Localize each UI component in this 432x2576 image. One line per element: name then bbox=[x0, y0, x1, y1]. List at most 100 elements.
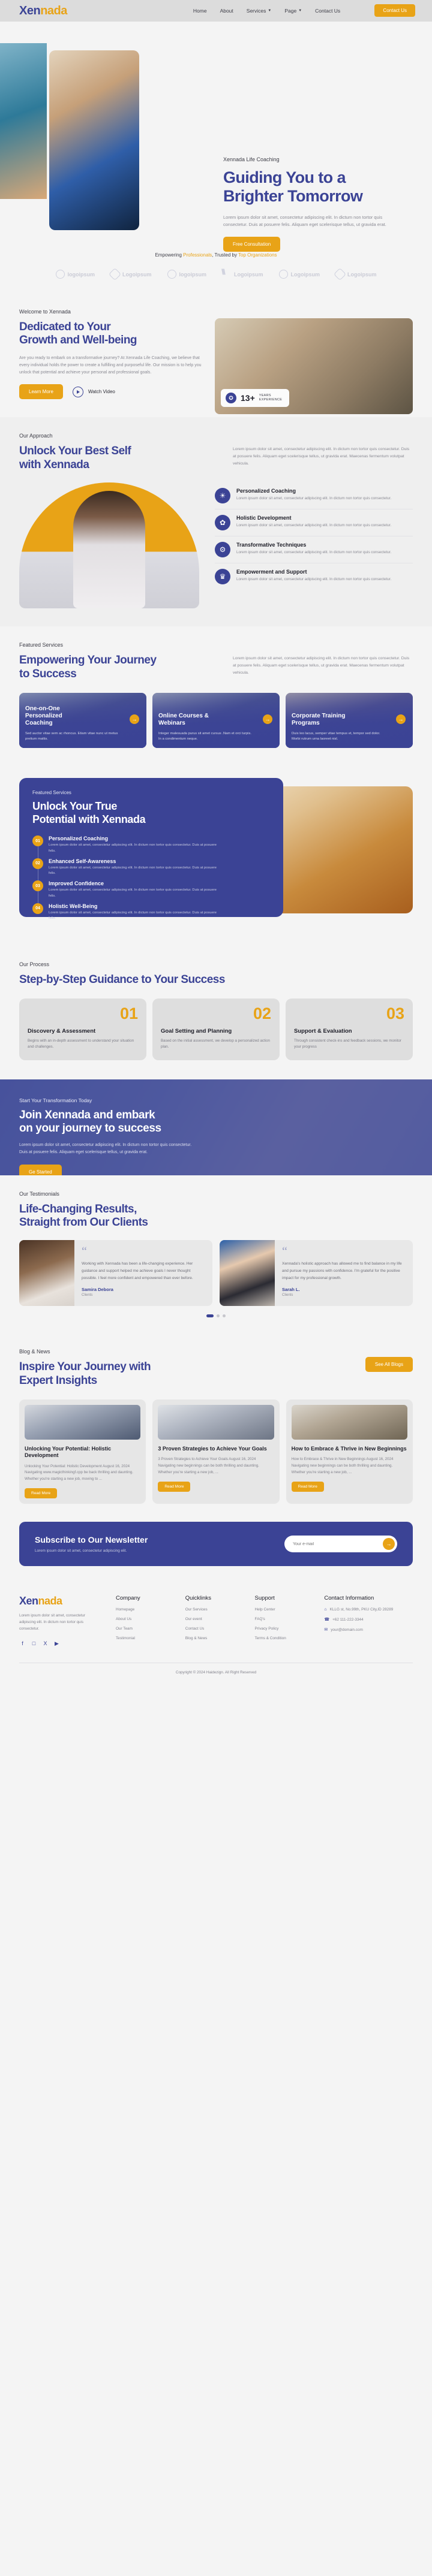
welcome-section: Welcome to Xennada Dedicated to Your Gro… bbox=[0, 294, 432, 418]
footer-link[interactable]: FAQ's bbox=[255, 1617, 311, 1621]
potential-step: 02 Enhanced Self-Awareness Lorem ipsum d… bbox=[32, 858, 270, 877]
services-title: Empowering Your Journey to Success bbox=[19, 654, 211, 681]
nav-label: Contact Us bbox=[315, 8, 341, 14]
carousel-dot[interactable] bbox=[217, 1314, 220, 1318]
free-consultation-button[interactable]: Free Consultation bbox=[223, 237, 281, 252]
welcome-image: ✪ 13+ YEARS EXPERIENCE bbox=[215, 318, 413, 414]
partners-highlight-b: Top Organizations bbox=[238, 252, 277, 258]
learn-more-button[interactable]: Learn More bbox=[19, 384, 63, 400]
feature-item[interactable]: ⚙ Transformative Techniques Lorem ipsum … bbox=[215, 536, 413, 564]
testimonial-avatar bbox=[220, 1240, 275, 1307]
footer-link[interactable]: Help Center bbox=[255, 1607, 311, 1612]
footer-link[interactable]: Blog & News bbox=[185, 1636, 242, 1640]
experience-label: YEARS EXPERIENCE bbox=[259, 394, 282, 402]
footer-link[interactable]: Our Services bbox=[185, 1607, 242, 1612]
feature-item[interactable]: ✿ Holistic Development Lorem ipsum dolor… bbox=[215, 509, 413, 537]
watch-video-button[interactable]: Watch Video bbox=[72, 386, 115, 397]
potential-section: Featured Services Unlock Your True Poten… bbox=[0, 766, 432, 946]
testimonial-role: Clients bbox=[282, 1293, 293, 1298]
footer-link[interactable]: About Us bbox=[116, 1617, 172, 1621]
footer-link[interactable]: Homepage bbox=[116, 1607, 172, 1612]
cta-title-line-1: Join Xennada and embark bbox=[19, 1108, 155, 1121]
site-logo[interactable]: Xennada bbox=[19, 4, 67, 18]
partner-logos: logoipsum Logoipsum logoipsum Logoipsum … bbox=[0, 267, 432, 281]
nav-label: Services bbox=[246, 8, 266, 14]
service-card[interactable]: → One-on-One Personalized Coaching Sed a… bbox=[19, 693, 146, 749]
welcome-description: Are you ready to embark on a transformat… bbox=[19, 355, 202, 375]
footer-logo-part-2: nada bbox=[38, 1595, 63, 1607]
see-all-blogs-button[interactable]: See All Blogs bbox=[365, 1357, 413, 1373]
nav-item-contact-us[interactable]: Contact Us bbox=[315, 8, 340, 14]
footer-link[interactable]: Our Team bbox=[116, 1627, 172, 1631]
service-card[interactable]: → Online Courses & Webinars Integer male… bbox=[152, 693, 280, 749]
arrow-right-icon[interactable]: → bbox=[396, 714, 406, 725]
contact-email[interactable]: ✉ your@domain.com bbox=[324, 1627, 413, 1633]
partner-logo: Logoipsum bbox=[108, 267, 152, 281]
read-more-button[interactable]: Read More bbox=[291, 1482, 324, 1492]
service-card[interactable]: → Corporate Training Programs Duis leo l… bbox=[286, 693, 413, 749]
carousel-dot-active[interactable] bbox=[206, 1314, 214, 1318]
potential-step: 04 Holistic Well-Being Lorem ipsum dolor… bbox=[32, 903, 270, 922]
mail-icon: ✉ bbox=[324, 1628, 328, 1633]
blog-card-title: Unlocking Your Potential: Holistic Devel… bbox=[25, 1446, 112, 1459]
process-eyebrow: Our Process bbox=[19, 961, 50, 968]
service-card-title: Online Courses & Webinars bbox=[158, 712, 209, 726]
facebook-icon[interactable]: f bbox=[19, 1640, 26, 1647]
logoipsum-mark-icon bbox=[55, 270, 65, 279]
nav-item-about[interactable]: About bbox=[220, 8, 233, 14]
youtube-icon[interactable]: ▶ bbox=[53, 1640, 60, 1647]
nav-item-page[interactable]: Page ▼ bbox=[284, 8, 302, 14]
blog-header: Blog & News Inspire Your Journey with Ex… bbox=[19, 1349, 413, 1387]
blog-title-line-2: Expert Insights bbox=[19, 1374, 97, 1387]
feature-title: Holistic Development bbox=[236, 515, 292, 521]
services-eyebrow: Featured Services bbox=[19, 642, 64, 648]
footer-link[interactable]: Contact Us bbox=[185, 1627, 242, 1631]
read-more-button[interactable]: Read More bbox=[158, 1482, 191, 1492]
newsletter-text: Subscribe to Our Newsletter Lorem ipsum … bbox=[35, 1535, 148, 1553]
cta-title-line-2: on your journey to success bbox=[19, 1122, 161, 1135]
blog-card-desc: 3 Proven Strategies to Achieve Your Goal… bbox=[158, 1457, 259, 1474]
potential-title: Unlock Your True Potential with Xennada bbox=[32, 800, 270, 826]
step-desc: Lorem ipsum dolor sit amet, consectetur … bbox=[49, 888, 217, 898]
step-number: 02 bbox=[32, 858, 43, 869]
location-icon: ⌂ bbox=[324, 1607, 327, 1612]
footer-link[interactable]: Privacy Policy bbox=[255, 1627, 311, 1631]
potential-steps: 01 Personalized Coaching Lorem ipsum dol… bbox=[32, 835, 270, 921]
feature-desc: Lorem ipsum dolor sit amet, consectetur … bbox=[236, 523, 392, 528]
arrow-right-icon[interactable]: → bbox=[263, 714, 272, 725]
logoipsum-lines-icon bbox=[221, 267, 231, 279]
get-started-button[interactable]: Ge Started bbox=[19, 1164, 62, 1175]
footer-logo-part-1: Xen bbox=[19, 1595, 38, 1607]
logo-part-1: Xen bbox=[19, 4, 41, 17]
cta-description: Lorem ipsum dolor sit amet, consectetur … bbox=[19, 1143, 192, 1155]
blog-card[interactable]: How to Embrace & Thrive in New Beginning… bbox=[286, 1399, 413, 1504]
feature-item[interactable]: ☀ Personalized Coaching Lorem ipsum dolo… bbox=[215, 482, 413, 510]
blog-card[interactable]: Unlocking Your Potential: Holistic Devel… bbox=[19, 1399, 146, 1504]
blog-card[interactable]: 3 Proven Strategies to Achieve Your Goal… bbox=[152, 1399, 280, 1504]
nav-item-home[interactable]: Home bbox=[193, 8, 207, 14]
potential-title-line-1: Unlock Your True bbox=[32, 800, 117, 813]
footer-link[interactable]: Terms & Condition bbox=[255, 1636, 311, 1640]
service-card-content: Online Courses & Webinars Integer malesu… bbox=[158, 713, 274, 743]
blog-title-line-1: Inspire Your Journey with bbox=[19, 1361, 151, 1374]
contact-text: your@domain.com bbox=[331, 1627, 363, 1632]
chevron-down-icon: ▼ bbox=[298, 9, 302, 13]
nav-item-services[interactable]: Services ▼ bbox=[247, 8, 272, 14]
arrow-right-icon[interactable]: → bbox=[130, 714, 139, 725]
instagram-icon[interactable]: □ bbox=[31, 1640, 37, 1647]
footer-link[interactable]: Testimonial bbox=[116, 1636, 172, 1640]
newsletter-email-input[interactable] bbox=[293, 1542, 383, 1546]
footer-logo[interactable]: Xennada bbox=[19, 1595, 103, 1607]
feature-item[interactable]: ♛ Empowerment and Support Lorem ipsum do… bbox=[215, 563, 413, 590]
newsletter-submit-button[interactable]: → bbox=[383, 1538, 395, 1551]
footer-link[interactable]: Our event bbox=[185, 1617, 242, 1621]
feature-desc: Lorem ipsum dolor sit amet, consectetur … bbox=[236, 496, 392, 501]
process-card: 02 Goal Setting and Planning Based on th… bbox=[152, 999, 280, 1060]
carousel-dot[interactable] bbox=[223, 1314, 226, 1318]
newsletter-title: Subscribe to Our Newsletter bbox=[35, 1535, 148, 1545]
read-more-button[interactable]: Read More bbox=[25, 1488, 58, 1499]
x-twitter-icon[interactable]: X bbox=[42, 1640, 49, 1647]
header-contact-button[interactable]: Contact Us bbox=[374, 4, 415, 17]
contact-phone[interactable]: ☎ +62 111-222-3344 bbox=[324, 1617, 413, 1622]
footer-columns: Xennada Lorem ipsum dolor sit amet, cons… bbox=[19, 1595, 413, 1647]
